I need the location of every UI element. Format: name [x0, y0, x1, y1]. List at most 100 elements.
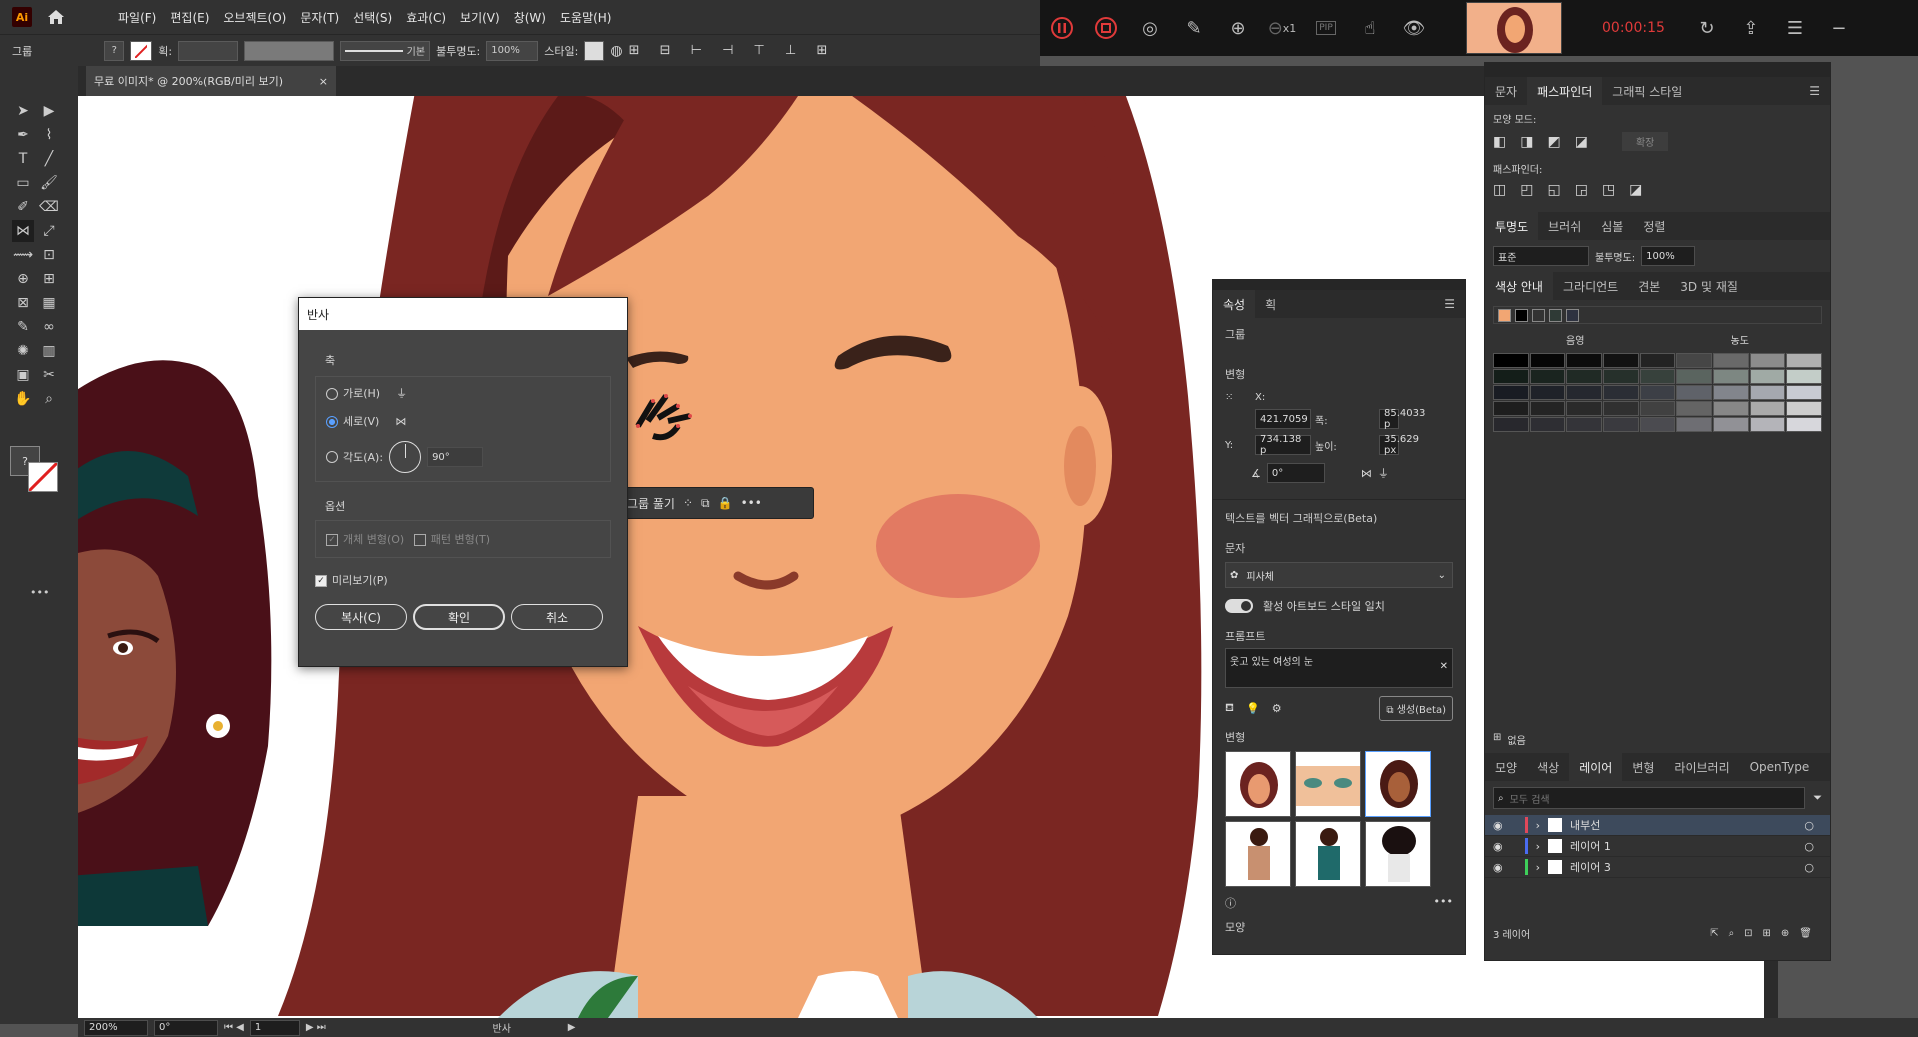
- stroke-weight-input[interactable]: [178, 40, 239, 61]
- menu-item[interactable]: 효과(C): [406, 9, 446, 26]
- lock-icon[interactable]: 🔒: [718, 496, 733, 510]
- color-guide-swatch[interactable]: [1676, 369, 1712, 384]
- width-tool-icon[interactable]: ⟿: [12, 244, 34, 266]
- camera-icon[interactable]: ◎: [1128, 18, 1172, 39]
- fill-stroke-indicator[interactable]: ?: [10, 446, 64, 494]
- color-guide-swatch[interactable]: [1676, 401, 1712, 416]
- generate-button[interactable]: ⧉ 생성(Beta): [1379, 696, 1453, 721]
- transform-patterns-checkbox[interactable]: 패턴 변형(T): [413, 533, 490, 546]
- tab-appearance[interactable]: 모양: [1485, 753, 1527, 781]
- color-guide-swatch[interactable]: [1603, 369, 1639, 384]
- color-guide-swatch[interactable]: [1713, 369, 1749, 384]
- minus-back-icon[interactable]: ◪: [1629, 182, 1642, 198]
- layer-actions[interactable]: ⇱⌕⊡⊞⊕🗑: [1710, 928, 1822, 939]
- duplicate-icon[interactable]: ⧉: [701, 496, 710, 511]
- menu-item[interactable]: 편집(E): [170, 9, 209, 26]
- tab-gradient[interactable]: 그라디언트: [1553, 272, 1628, 300]
- target-circle-icon[interactable]: ○: [1804, 861, 1814, 874]
- copy-button[interactable]: 복사(C): [315, 604, 407, 630]
- color-guide-swatch[interactable]: [1639, 385, 1676, 400]
- panel-menu-icon[interactable]: ☰: [1799, 77, 1830, 105]
- horizontal-radio[interactable]: 가로(H) ⏚: [326, 385, 600, 401]
- pen-icon[interactable]: ✎: [1172, 18, 1216, 39]
- shaper-tool-icon[interactable]: ✐: [12, 196, 34, 218]
- color-guide-swatch[interactable]: [1603, 385, 1639, 400]
- tab-graphic-styles[interactable]: 그래픽 스타일: [1602, 77, 1692, 105]
- filter-icon[interactable]: ⏷: [1813, 791, 1822, 805]
- unite-icon[interactable]: ◧: [1493, 134, 1506, 150]
- color-guide-swatch[interactable]: [1749, 401, 1786, 416]
- color-guide-swatch[interactable]: [1749, 353, 1786, 368]
- color-guide-swatch[interactable]: [1493, 369, 1529, 384]
- color-guide-swatch[interactable]: [1676, 385, 1712, 400]
- zoom-tool-icon[interactable]: ⌕: [38, 388, 60, 410]
- harmony-colors[interactable]: [1493, 306, 1822, 324]
- trim-icon[interactable]: ◰: [1520, 182, 1533, 198]
- fill-swatch[interactable]: ?: [104, 40, 125, 61]
- divide-icon[interactable]: ◫: [1493, 182, 1506, 198]
- symbol-sprayer-tool-icon[interactable]: ✺: [12, 340, 34, 362]
- color-guide-swatch[interactable]: [1493, 353, 1529, 368]
- tab-color[interactable]: 색상: [1527, 753, 1569, 781]
- base-color-swatch[interactable]: [1549, 308, 1562, 322]
- color-guide-swatch[interactable]: [1529, 353, 1566, 368]
- stop-icon[interactable]: [1084, 16, 1128, 40]
- more-tools-icon[interactable]: •••: [30, 586, 49, 599]
- variation-thumb[interactable]: [1365, 821, 1431, 887]
- color-guide-swatch[interactable]: [1786, 401, 1822, 416]
- tab-align[interactable]: 정렬: [1633, 212, 1675, 240]
- artboard-number[interactable]: 1: [249, 1019, 300, 1036]
- menu-item[interactable]: 보기(V): [460, 9, 500, 26]
- color-guide-swatch[interactable]: [1566, 385, 1602, 400]
- expand-button[interactable]: 확장: [1621, 132, 1669, 151]
- color-guide-swatch[interactable]: [1749, 385, 1786, 400]
- rotate-input[interactable]: 0°: [1266, 463, 1325, 483]
- zoom-in-icon[interactable]: ⊕: [1216, 18, 1260, 39]
- minimize-icon[interactable]: −: [1817, 18, 1861, 39]
- ok-button[interactable]: 확인: [413, 604, 505, 630]
- eraser-tool-icon[interactable]: ⌫: [38, 196, 60, 218]
- tab-transparency[interactable]: 투명도: [1485, 212, 1539, 240]
- prompt-textarea[interactable]: 웃고 있는 여성의 눈 ✕: [1225, 648, 1453, 688]
- more-options-icon[interactable]: •••: [741, 496, 762, 510]
- flip-vertical-icon[interactable]: ⏚: [1378, 465, 1389, 481]
- tab-layers[interactable]: 레이어: [1569, 753, 1623, 781]
- color-guide-swatch[interactable]: [1639, 353, 1676, 368]
- variable-width-select[interactable]: [244, 40, 335, 61]
- stroke-swatch[interactable]: [130, 40, 153, 61]
- mesh-tool-icon[interactable]: ⊠: [12, 292, 34, 314]
- intersect-icon[interactable]: ◩: [1547, 134, 1560, 150]
- menu-item[interactable]: 파일(F): [118, 9, 156, 26]
- direct-selection-tool-icon[interactable]: ▶: [38, 100, 60, 122]
- settings-gear-icon[interactable]: ⚙: [1272, 702, 1282, 715]
- info-icon[interactable]: ⓘ: [1225, 895, 1236, 911]
- color-guide-swatch[interactable]: [1529, 417, 1566, 432]
- layers-search-input[interactable]: ⌕ 모두 검색: [1493, 787, 1806, 809]
- minus-front-icon[interactable]: ◨: [1520, 134, 1533, 150]
- blend-tool-icon[interactable]: ∞: [38, 316, 60, 338]
- variation-thumb[interactable]: [1225, 751, 1291, 817]
- layer-row[interactable]: ◉ › 레이어 1 ○: [1485, 836, 1830, 857]
- perspective-tool-icon[interactable]: ⊞: [38, 268, 60, 290]
- tab-3d[interactable]: 3D 및 재질: [1670, 272, 1748, 300]
- tab-color-guide[interactable]: 색상 안내: [1485, 272, 1553, 300]
- gradient-tool-icon[interactable]: ▦: [38, 292, 60, 314]
- variation-thumb[interactable]: [1365, 751, 1431, 817]
- more-icon[interactable]: •••: [1434, 895, 1453, 911]
- type-tool-icon[interactable]: T: [12, 148, 34, 170]
- zoom-out-icon[interactable]: ⊖ x1: [1260, 18, 1304, 39]
- document-tab[interactable]: 무료 이미지* @ 200%(RGB/미리 보기) ×: [86, 66, 336, 96]
- visibility-eye-icon[interactable]: ◉: [1493, 840, 1503, 853]
- color-guide-swatch[interactable]: [1566, 353, 1602, 368]
- status-arrow[interactable]: ▶: [568, 1022, 576, 1033]
- pen-tool-icon[interactable]: ✒: [12, 124, 34, 146]
- color-guide-swatch[interactable]: [1713, 353, 1749, 368]
- crop-icon[interactable]: ◲: [1575, 182, 1588, 198]
- height-input[interactable]: 35.629 px: [1379, 434, 1419, 456]
- tab-stroke[interactable]: 획: [1255, 290, 1286, 318]
- opacity-input[interactable]: 100%: [1641, 246, 1696, 266]
- eyedropper-tool-icon[interactable]: ✎: [12, 316, 34, 338]
- layer-row[interactable]: ◉ › 내부선 ○: [1485, 815, 1830, 836]
- base-color-swatch[interactable]: [1566, 308, 1579, 322]
- hand-tool-icon[interactable]: ✋: [12, 388, 34, 410]
